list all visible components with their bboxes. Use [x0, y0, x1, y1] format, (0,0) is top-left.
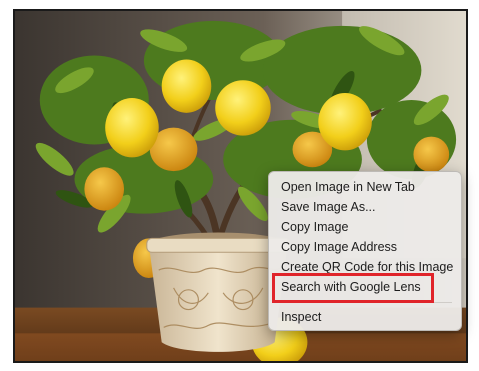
menu-item-open-image-new-tab[interactable]: Open Image in New Tab: [269, 177, 461, 197]
menu-item-copy-image-address[interactable]: Copy Image Address: [269, 237, 461, 257]
menu-item-save-image-as[interactable]: Save Image As...: [269, 197, 461, 217]
menu-item-inspect[interactable]: Inspect: [269, 307, 461, 327]
menu-item-search-google-lens[interactable]: Search with Google Lens: [269, 277, 461, 297]
menu-item-copy-image[interactable]: Copy Image: [269, 217, 461, 237]
menu-separator: [278, 302, 452, 303]
context-menu: Open Image in New Tab Save Image As... C…: [268, 171, 462, 331]
menu-item-create-qr-code[interactable]: Create QR Code for this Image: [269, 257, 461, 277]
